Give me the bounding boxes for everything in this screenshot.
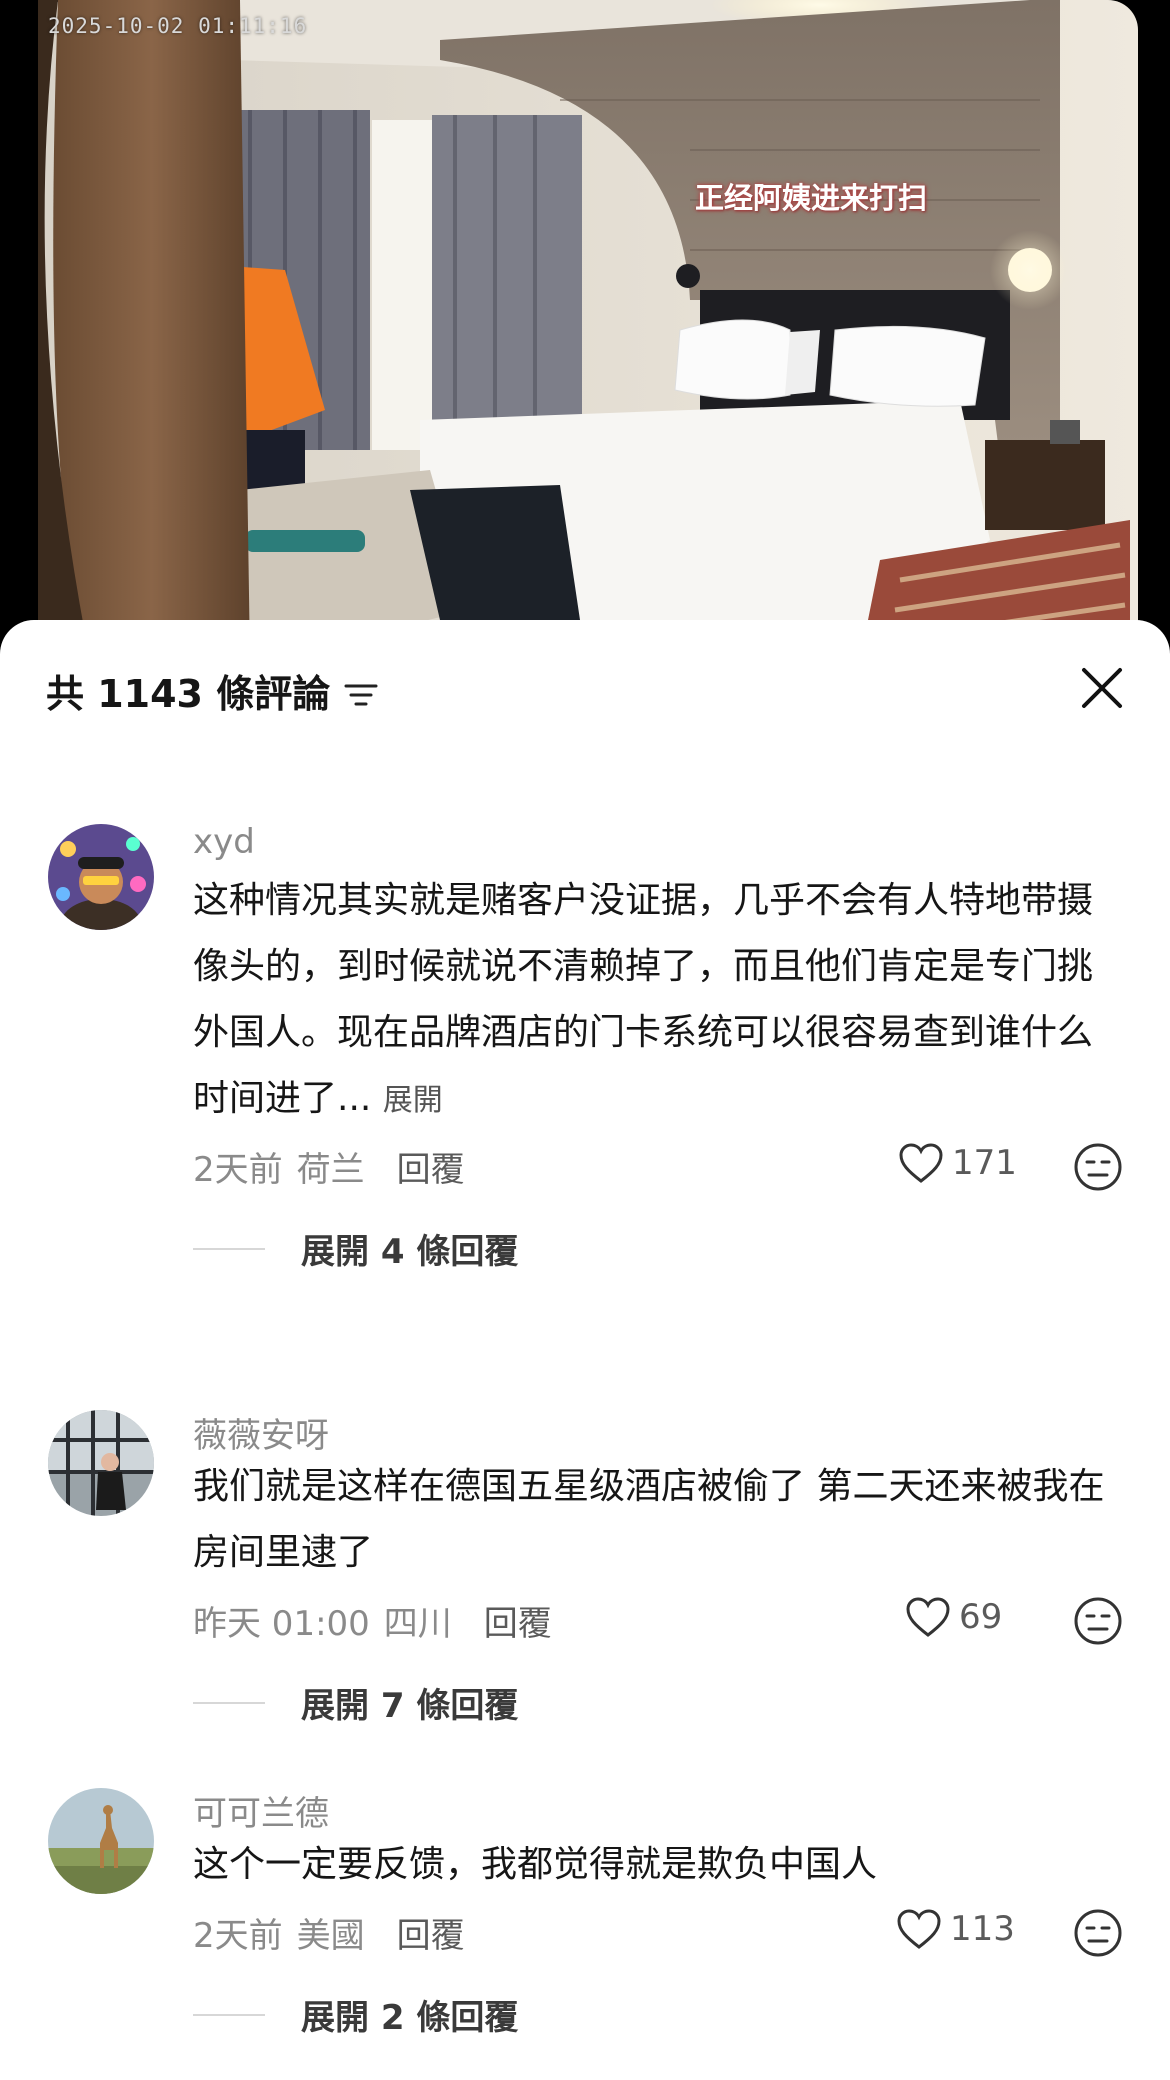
divider-line xyxy=(193,2013,265,2016)
divider-line xyxy=(193,1701,265,1704)
comment-text-content: 这种情况其实就是赌客户没证据，几乎不会有人特地带摄像头的，到时候就说不清赖掉了，… xyxy=(193,880,1094,1119)
comment-username[interactable]: 薇薇安呀 xyxy=(193,1408,329,1457)
avatar[interactable] xyxy=(48,1788,154,1894)
divider-line xyxy=(193,1247,265,1250)
comments-count-title: 共 1143 條評論 xyxy=(46,671,331,716)
heart-icon xyxy=(906,1597,950,1637)
close-icon[interactable] xyxy=(1080,666,1124,710)
comment-meta: 2天前 美國 回覆 xyxy=(193,1908,465,1957)
video-timestamp: 2025-10-02 01:11:16 xyxy=(48,14,308,38)
expand-replies-label: 展開 2 條回覆 xyxy=(301,1998,519,2038)
expand-replies-button[interactable]: 展開 4 條回覆 xyxy=(193,1224,518,1273)
comment-time: 昨天 01:00 xyxy=(193,1604,370,1644)
expand-replies-label: 展開 4 條回覆 xyxy=(301,1232,519,1272)
comment-meta: 昨天 01:00 四川 回覆 xyxy=(193,1596,552,1645)
comment-time: 2天前 xyxy=(193,1150,283,1190)
comment-meta: 2天前 荷兰 回覆 xyxy=(193,1142,465,1191)
comment-location: 美國 xyxy=(296,1916,365,1956)
filter-icon[interactable] xyxy=(344,675,378,706)
expand-replies-button[interactable]: 展開 2 條回覆 xyxy=(193,1990,518,2039)
comment-text: 我们就是这样在德国五星级酒店被偷了 第二天还来被我在房间里逮了 xyxy=(193,1466,1105,1573)
like-button[interactable]: 113 xyxy=(896,1908,1015,1950)
dislike-face-icon[interactable] xyxy=(1073,1908,1123,1958)
avatar[interactable] xyxy=(48,1410,154,1516)
reply-button[interactable]: 回覆 xyxy=(397,1142,465,1191)
video-player[interactable]: 2025-10-02 01:11:16 正经阿姨进来打扫 xyxy=(0,0,1170,660)
comment-text: 这个一定要反馈，我都觉得就是欺负中国人 xyxy=(193,1844,878,1885)
comment-location: 荷兰 xyxy=(296,1150,365,1190)
expand-replies-button[interactable]: 展開 7 條回覆 xyxy=(193,1678,518,1727)
dislike-face-icon[interactable] xyxy=(1073,1142,1123,1192)
heart-icon xyxy=(897,1909,941,1949)
heart-icon xyxy=(899,1143,943,1183)
comment-username[interactable]: 可可兰德 xyxy=(193,1786,329,1835)
comment-text: 这种情况其实就是赌客户没证据，几乎不会有人特地带摄像头的，到时候就说不清赖掉了，… xyxy=(193,868,1123,1134)
comments-sheet: 共 1143 條評論 xyd 这种情况其实就是赌客户没证据，几乎不会有人特地带摄… xyxy=(0,620,1170,2080)
expand-replies-label: 展開 7 條回覆 xyxy=(301,1686,519,1726)
avatar[interactable] xyxy=(48,824,154,930)
like-button[interactable]: 171 xyxy=(898,1142,1017,1184)
reply-button[interactable]: 回覆 xyxy=(484,1596,552,1645)
reply-button[interactable]: 回覆 xyxy=(397,1908,465,1957)
like-count: 69 xyxy=(959,1597,1003,1637)
like-count: 171 xyxy=(952,1143,1017,1183)
comments-header: 共 1143 條評論 xyxy=(46,660,378,720)
video-caption: 正经阿姨进来打扫 xyxy=(695,181,928,215)
comment-location: 四川 xyxy=(383,1604,452,1644)
comment-username[interactable]: xyd xyxy=(193,822,255,862)
video-frame-image xyxy=(0,0,1170,660)
comment-time: 2天前 xyxy=(193,1916,283,1956)
dislike-face-icon[interactable] xyxy=(1073,1596,1123,1646)
like-count: 113 xyxy=(950,1909,1015,1949)
expand-text-link[interactable]: 展開 xyxy=(383,1083,443,1118)
like-button[interactable]: 69 xyxy=(905,1596,1002,1638)
